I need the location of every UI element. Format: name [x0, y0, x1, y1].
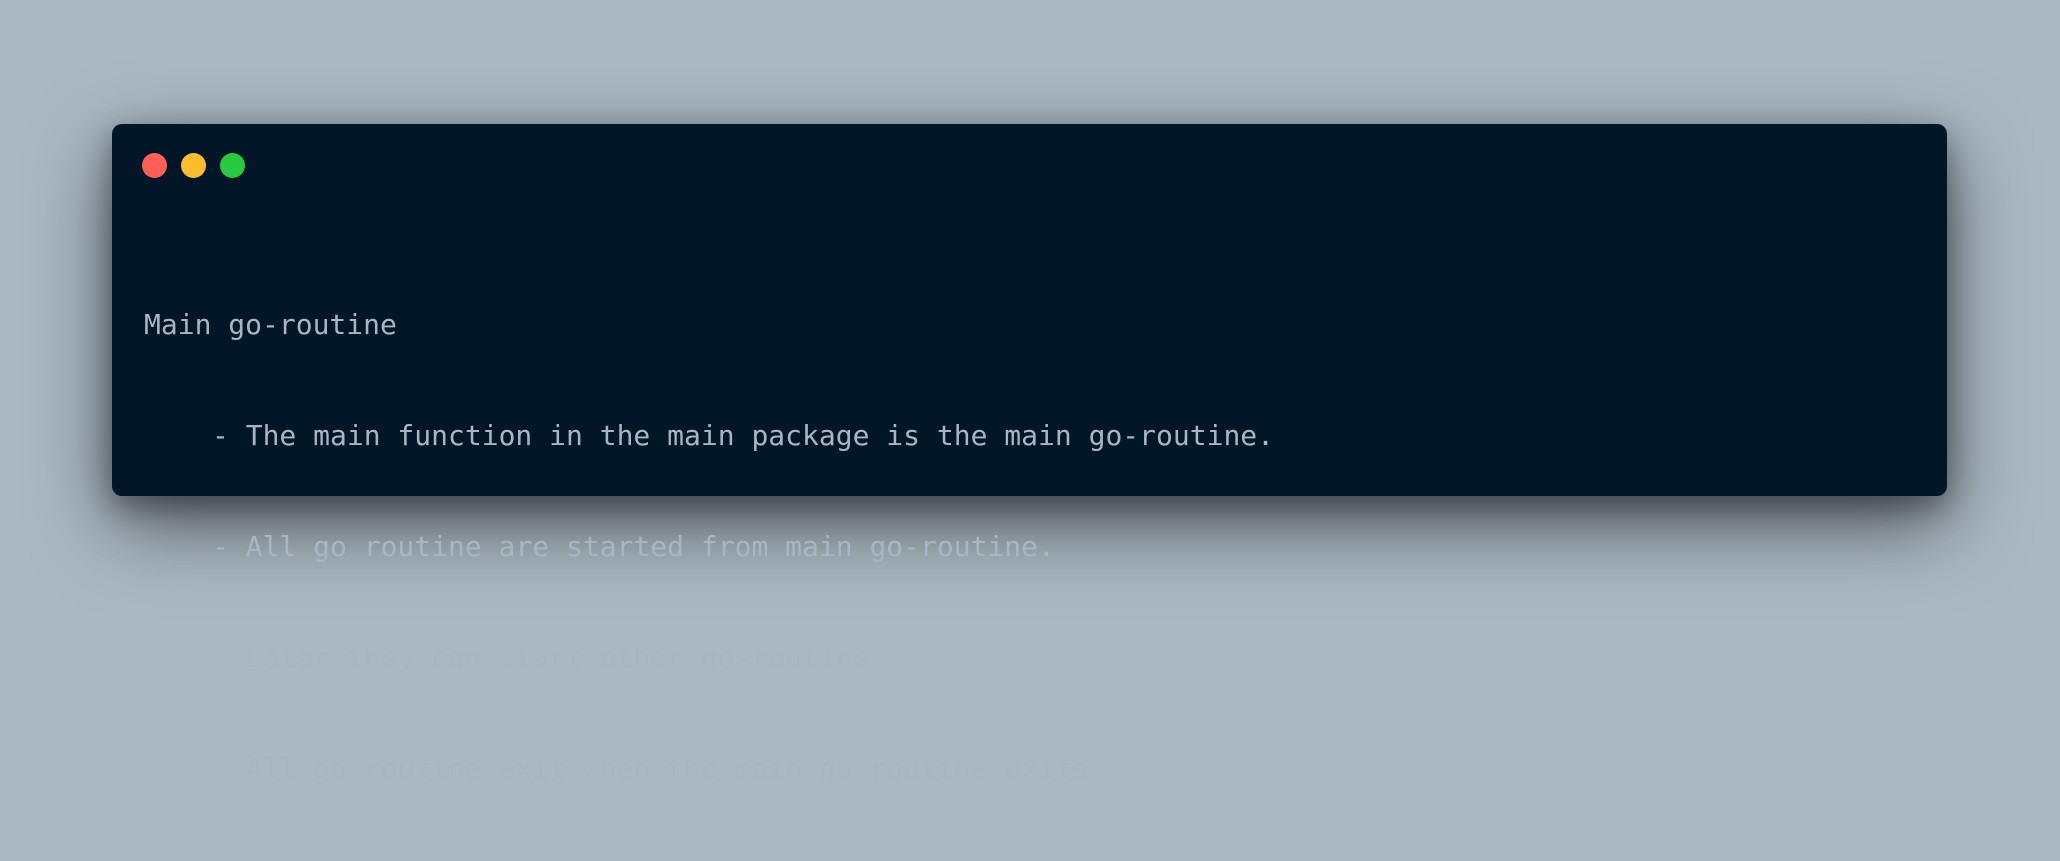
close-button[interactable]: [142, 153, 167, 178]
code-block: Main go-routine - The main function in t…: [144, 232, 1274, 861]
code-line-heading: Main go-routine: [144, 308, 397, 341]
zoom-button[interactable]: [220, 153, 245, 178]
code-line: - The main function in the main package …: [212, 419, 1275, 452]
code-window: Main go-routine - The main function in t…: [112, 124, 1947, 785]
window-controls: [142, 153, 245, 178]
minimize-button[interactable]: [181, 153, 206, 178]
code-line: - All go routine are started from main g…: [212, 530, 1055, 563]
code-line: - All go-routine exit when the main go-r…: [212, 752, 1106, 785]
code-line: - Later they can start other go-routine.: [212, 641, 887, 674]
